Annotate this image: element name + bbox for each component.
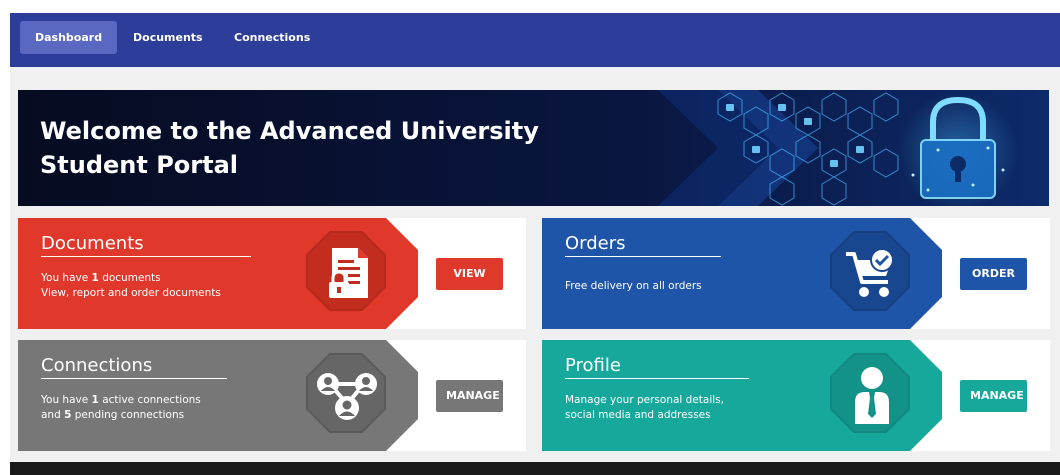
manage-connections-button[interactable]: MANAGE xyxy=(436,380,503,412)
banner-title-line1: Welcome to the Advanced University xyxy=(40,117,539,145)
manage-profile-button[interactable]: MANAGE xyxy=(960,380,1027,412)
view-documents-button[interactable]: VIEW xyxy=(436,258,503,290)
people-network-icon xyxy=(317,373,377,420)
welcome-banner: Welcome to the Advanced University Stude… xyxy=(18,90,1049,206)
documents-subtext: View, report and order documents xyxy=(41,287,221,299)
cart-check-icon xyxy=(846,248,894,297)
connections-pending-line: and 5 pending connections xyxy=(41,409,185,421)
banner-title-line2: Student Portal xyxy=(40,151,239,179)
profile-divider xyxy=(565,378,749,379)
nav-documents[interactable]: Documents xyxy=(133,21,203,54)
documents-title: Documents xyxy=(41,233,144,254)
profile-description: Manage your personal details, social med… xyxy=(565,393,724,423)
connections-title: Connections xyxy=(41,355,153,376)
connections-description: You have 1 active connections and 5 pend… xyxy=(41,393,201,423)
page-frame: Dashboard Documents Connections Welcome … xyxy=(10,13,1060,475)
documents-description: You have 1 documents View, report and or… xyxy=(41,271,221,301)
orders-title: Orders xyxy=(565,233,626,254)
documents-divider xyxy=(41,256,251,257)
user-icon xyxy=(855,367,889,424)
connections-divider xyxy=(41,378,227,379)
banner-title: Welcome to the Advanced University Stude… xyxy=(40,114,660,182)
profile-title: Profile xyxy=(565,355,621,376)
profile-desc-line1: Manage your personal details, xyxy=(565,394,724,406)
nav-dashboard[interactable]: Dashboard xyxy=(20,21,118,54)
document-lock-icon xyxy=(329,248,368,298)
nav-connections[interactable]: Connections xyxy=(234,21,310,54)
profile-card: Profile Manage your personal details, so… xyxy=(542,340,1050,451)
documents-count-line: You have 1 documents xyxy=(41,272,161,284)
orders-card: Orders Free delivery on all orders ORDER xyxy=(542,218,1050,329)
footer-bar xyxy=(10,462,1060,475)
profile-desc-line2: social media and addresses xyxy=(565,409,711,421)
documents-count: 1 xyxy=(91,272,99,284)
order-button[interactable]: ORDER xyxy=(960,258,1027,290)
orders-divider xyxy=(565,256,721,257)
connections-active-line: You have 1 active connections xyxy=(41,394,201,406)
documents-card: Documents You have 1 documents View, rep… xyxy=(18,218,526,329)
orders-description: Free delivery on all orders xyxy=(565,280,702,292)
connections-card: Connections You have 1 active connection… xyxy=(18,340,526,451)
top-navbar: Dashboard Documents Connections xyxy=(10,13,1060,67)
active-connections-count: 1 xyxy=(91,394,99,406)
